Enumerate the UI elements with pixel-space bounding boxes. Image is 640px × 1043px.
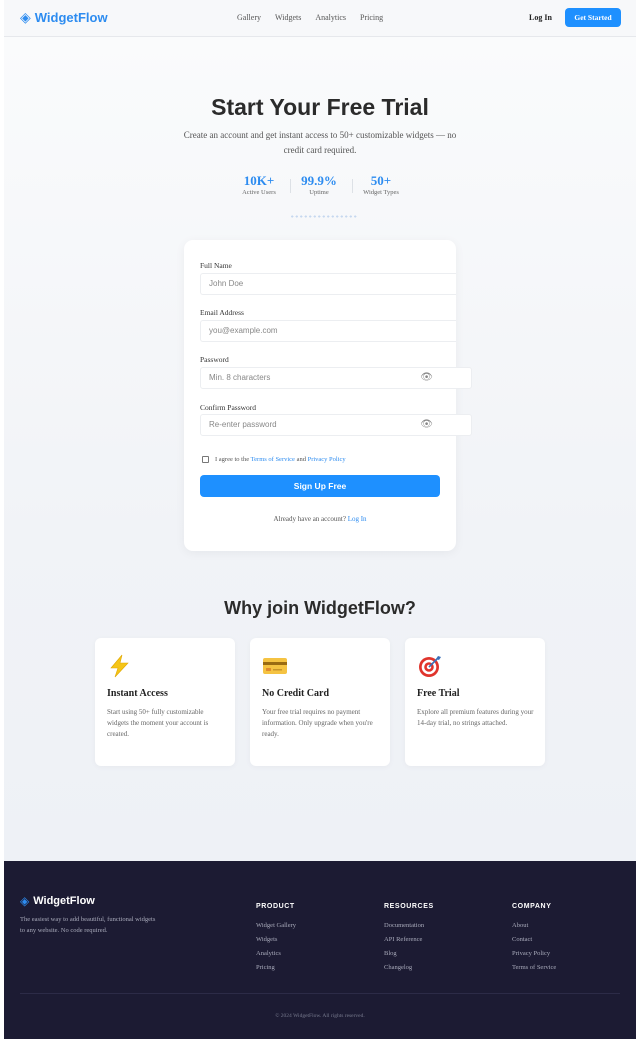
footer-link[interactable]: Analytics <box>256 947 356 961</box>
footer-link[interactable]: Contact <box>512 933 612 947</box>
terms-prefix: I agree to the <box>215 456 250 463</box>
terms-agreement: I agree to the Terms of Service and Priv… <box>202 455 346 464</box>
footer-column-title: RESOURCES <box>384 903 434 910</box>
why-section-title: Why join WidgetFlow? <box>224 598 416 618</box>
stat-value: 50+ <box>370 173 392 188</box>
stat-label: Uptime <box>309 189 329 196</box>
feature-title: Free Trial <box>417 688 460 699</box>
footer-link[interactable]: Widget Gallery <box>256 919 356 933</box>
confirm-password-input[interactable]: Re-enter password 👁 <box>200 414 472 436</box>
login-link[interactable]: Log In <box>529 13 552 23</box>
signup-form-card: Full Name John Doe Email Address you@exa… <box>184 240 472 551</box>
sign-up-button[interactable]: Sign Up Free <box>200 475 440 497</box>
feature-description: Your free trial requires no payment info… <box>262 708 373 738</box>
stat-value: 99.9% <box>301 173 337 188</box>
main-nav: Gallery Widgets Analytics Pricing <box>237 13 383 23</box>
stat-label: Active Users <box>242 189 276 196</box>
footer-column-title: COMPANY <box>512 903 552 910</box>
password-input[interactable]: Min. 8 characters 👁 <box>200 367 472 389</box>
feature-card-no-credit-card: No Credit Card Your free trial requires … <box>250 638 390 766</box>
stats-row: 10K+ Active Users 99.9% Uptime 50+ Widge… <box>234 173 406 199</box>
nav-link-pricing[interactable]: Pricing <box>360 13 383 23</box>
site-footer: ◈ WidgetFlow The easiest way to add beau… <box>4 861 636 1039</box>
terms-text: I agree to the Terms of Service and Priv… <box>215 455 346 464</box>
nav-link-analytics[interactable]: Analytics <box>315 13 346 23</box>
nav-link-widgets[interactable]: Widgets <box>275 13 301 23</box>
footer-tagline: The easiest way to add beautiful, functi… <box>20 916 156 934</box>
full-name-label: Full Name <box>200 261 232 270</box>
diamond-logo-icon: ◈ <box>20 894 30 908</box>
feature-card-instant-access: Instant Access Start using 50+ fully cus… <box>95 638 235 766</box>
footer-column-resources: RESOURCES Documentation API Reference Bl… <box>384 902 484 975</box>
footer-brand[interactable]: ◈ WidgetFlow <box>20 894 95 908</box>
stat-uptime: 99.9% Uptime <box>294 173 344 198</box>
email-input[interactable]: you@example.com <box>200 320 456 342</box>
brand-name: WidgetFlow <box>34 10 108 25</box>
login-prompt-link[interactable]: Log In <box>348 515 367 523</box>
footer-brand-name: WidgetFlow <box>33 895 95 907</box>
stat-label: Widget Types <box>363 189 399 196</box>
footer-divider <box>20 993 620 994</box>
login-prompt: Already have an account? Log In <box>184 515 456 524</box>
show-confirm-password-eye-icon[interactable]: 👁 <box>420 419 433 431</box>
top-nav-bar: ◈ WidgetFlow Gallery Widgets Analytics P… <box>4 0 636 37</box>
footer-link[interactable]: Pricing <box>256 961 356 975</box>
feature-description: Start using 50+ fully customizable widge… <box>107 708 209 738</box>
stat-divider <box>352 179 353 193</box>
footer-link[interactable]: Widgets <box>256 933 356 947</box>
decorative-dots <box>290 215 358 218</box>
feature-description: Explore all premium features during your… <box>417 708 534 727</box>
nav-link-gallery[interactable]: Gallery <box>237 13 261 23</box>
footer-column-company: COMPANY About Contact Privacy Policy Ter… <box>512 902 612 975</box>
footer-link[interactable]: About <box>512 919 612 933</box>
get-started-button[interactable]: Get Started <box>565 8 621 27</box>
stat-widget-types: 50+ Widget Types <box>356 173 406 198</box>
footer-column-title: PRODUCT <box>256 903 295 910</box>
stat-active-users: 10K+ Active Users <box>234 173 284 198</box>
login-prompt-text: Already have an account? <box>273 515 346 523</box>
footer-link[interactable]: Blog <box>384 947 484 961</box>
footer-column-product: PRODUCT Widget Gallery Widgets Analytics… <box>256 902 356 975</box>
footer-link[interactable]: Privacy Policy <box>512 947 612 961</box>
email-label: Email Address <box>200 308 244 317</box>
target-icon <box>419 656 441 677</box>
password-label: Password <box>200 355 229 364</box>
footer-link[interactable]: API Reference <box>384 933 484 947</box>
terms-checkbox[interactable] <box>202 456 209 463</box>
password-placeholder: Min. 8 characters <box>209 373 271 382</box>
hero-subtitle: Create an account and get instant access… <box>183 130 457 155</box>
confirm-password-placeholder: Re-enter password <box>209 420 277 429</box>
feature-title: No Credit Card <box>262 688 330 699</box>
terms-of-service-link[interactable]: Terms of Service <box>251 456 295 463</box>
brand-logo[interactable]: ◈ WidgetFlow <box>20 10 108 26</box>
terms-and: and <box>296 456 306 463</box>
stat-divider <box>290 179 291 193</box>
hero-section: Start Your Free Trial Create an account … <box>4 37 636 861</box>
full-name-input[interactable]: John Doe <box>200 273 456 295</box>
copyright-text: © 2024 WidgetFlow. All rights reserved. <box>275 1013 365 1019</box>
feature-title: Instant Access <box>107 688 168 699</box>
footer-link[interactable]: Terms of Service <box>512 961 612 975</box>
diamond-logo-icon: ◈ <box>20 10 31 26</box>
credit-card-icon <box>263 658 287 674</box>
stat-value: 10K+ <box>243 173 275 188</box>
show-password-eye-icon[interactable]: 👁 <box>420 372 433 384</box>
confirm-password-label: Confirm Password <box>200 403 257 412</box>
lightning-icon <box>110 654 129 678</box>
feature-card-free-trial: Free Trial Explore all premium features … <box>405 638 545 766</box>
page: ◈ WidgetFlow Gallery Widgets Analytics P… <box>4 0 636 1043</box>
privacy-policy-link[interactable]: Privacy Policy <box>308 456 346 463</box>
footer-link[interactable]: Changelog <box>384 961 484 975</box>
footer-link[interactable]: Documentation <box>384 919 484 933</box>
page-title: Start Your Free Trial <box>211 94 429 120</box>
